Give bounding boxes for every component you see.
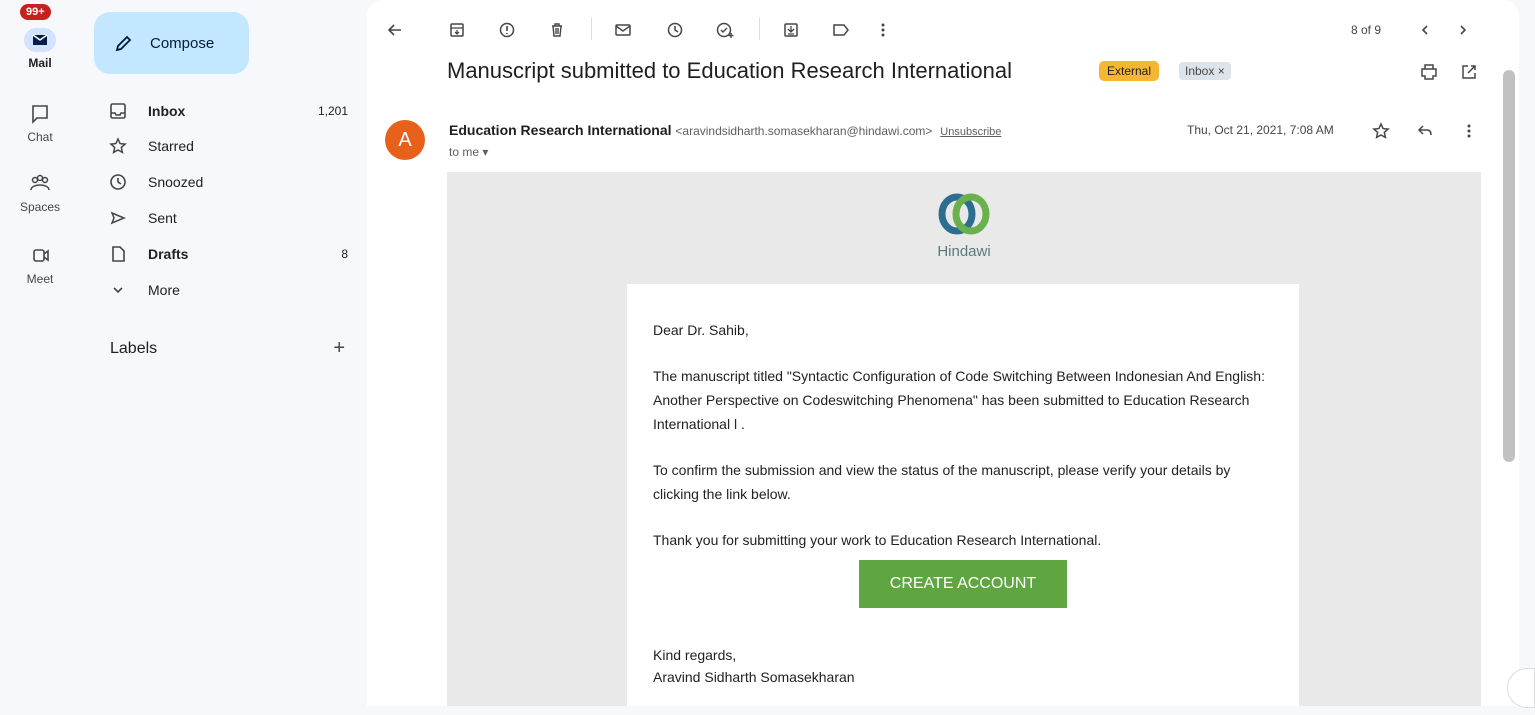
sender-email: <aravindsidharth.somasekharan@hindawi.co… [675,124,933,138]
rail-item-label: Meet [26,272,54,286]
sidebar-item-label: Sent [148,210,177,226]
sidebar-item-sent[interactable]: Sent [108,202,348,234]
star-icon[interactable] [1371,121,1391,141]
app-rail: Mail 99+ Chat Spaces Meet [0,0,80,715]
sender-name: Education Research International [449,122,672,138]
reply-icon[interactable] [1415,121,1435,141]
inbox-icon [108,101,128,121]
signature: Kind regards, Aravind Sidharth Somasekha… [653,644,1273,688]
sidebar-item-snoozed[interactable]: Snoozed [108,166,348,198]
pencil-icon [114,33,134,53]
label-icon[interactable] [831,20,851,40]
message-subject: Manuscript submitted to Education Resear… [447,58,1012,83]
email-card: Dear Dr. Sahib, The manuscript titled "S… [627,284,1299,706]
signer-name: Aravind Sidharth Somasekharan [653,669,855,685]
print-icon[interactable] [1419,62,1439,82]
labels-section-header: Labels + [110,338,345,358]
sidebar-item-count: 8 [341,247,348,261]
snooze-icon[interactable] [665,20,685,40]
delete-icon[interactable] [547,20,567,40]
sidebar-item-label: Inbox [148,103,186,119]
message-pane: 8 of 9 Manuscript submitted to Education… [367,0,1519,706]
unsubscribe-link[interactable]: Unsubscribe [940,126,1001,138]
sidebar-item-label: More [148,282,180,298]
sidebar-item-inbox[interactable]: Inbox 1,201 [108,95,348,127]
sidebar-item-drafts[interactable]: Drafts 8 [108,238,348,270]
chevron-right-icon[interactable] [1453,20,1473,40]
message-date: Thu, Oct 21, 2021, 7:08 AM [1187,123,1334,137]
recipients-toggle[interactable]: to me ▾ [449,145,488,159]
create-account-button[interactable]: CREATE ACCOUNT [859,560,1067,608]
more-vert-icon[interactable] [1459,121,1479,141]
rail-item-mail[interactable]: Mail [0,20,80,70]
chat-icon [24,102,56,126]
body-paragraph: To confirm the submission and view the s… [653,462,1231,502]
hindawi-logo-icon [938,193,990,235]
meet-icon [24,244,56,268]
chevron-down-icon [108,280,128,300]
sidebar: Compose Inbox 1,201 Starred Snoozed Sent… [80,0,360,715]
body-paragraph: Thank you for submitting your work to Ed… [653,532,1102,548]
regards: Kind regards, [653,647,737,663]
compose-label: Compose [150,34,215,52]
sidebar-item-more[interactable]: More [108,274,348,306]
archive-icon[interactable] [447,20,467,40]
chevron-left-icon[interactable] [1415,20,1435,40]
inbox-label-chip[interactable]: Inbox × [1179,62,1231,80]
sidebar-item-starred[interactable]: Starred [108,130,348,162]
unread-badge: 99+ [20,4,51,20]
clock-icon [108,172,128,192]
report-spam-icon[interactable] [497,20,517,40]
hindawi-logo: Hindawi [447,192,1481,260]
rail-item-spaces[interactable]: Spaces [0,172,80,214]
add-label-button[interactable]: + [333,338,345,358]
logo-text: Hindawi [937,243,991,260]
add-task-icon[interactable] [715,20,735,40]
mail-icon [24,28,56,52]
send-icon [108,208,128,228]
scrollbar-thumb[interactable] [1503,70,1515,462]
more-vert-icon[interactable] [873,20,893,40]
draft-icon [108,244,128,264]
rail-item-label: Spaces [19,200,61,214]
move-to-icon[interactable] [781,20,801,40]
spaces-icon [24,172,56,196]
back-arrow-icon[interactable] [385,20,405,40]
sidebar-item-label: Drafts [148,246,189,262]
toolbar-divider [759,18,760,40]
rail-item-label: Chat [27,130,53,144]
rail-item-meet[interactable]: Meet [0,244,80,286]
message-toolbar: 8 of 9 [367,0,1519,54]
external-tag: External [1099,61,1160,81]
rail-item-chat[interactable]: Chat [0,102,80,144]
rail-item-label: Mail [28,56,52,70]
sender-line: Education Research International <aravin… [449,122,1001,138]
mark-unread-icon[interactable] [613,20,633,40]
greeting: Dear Dr. Sahib, [653,322,749,338]
email-body: Hindawi Dear Dr. Sahib, The manuscript t… [447,172,1481,706]
open-new-window-icon[interactable] [1459,62,1479,82]
avatar: A [385,120,425,160]
compose-button[interactable]: Compose [94,12,249,74]
sidebar-item-label: Snoozed [148,174,204,190]
labels-title: Labels [110,340,158,357]
body-paragraph: The manuscript titled "Syntactic Configu… [653,368,1265,432]
sidebar-item-count: 1,201 [317,104,348,118]
star-icon [108,136,128,156]
toolbar-divider [591,18,592,40]
sidebar-item-label: Starred [148,138,194,154]
pagination-text: 8 of 9 [1350,23,1381,37]
